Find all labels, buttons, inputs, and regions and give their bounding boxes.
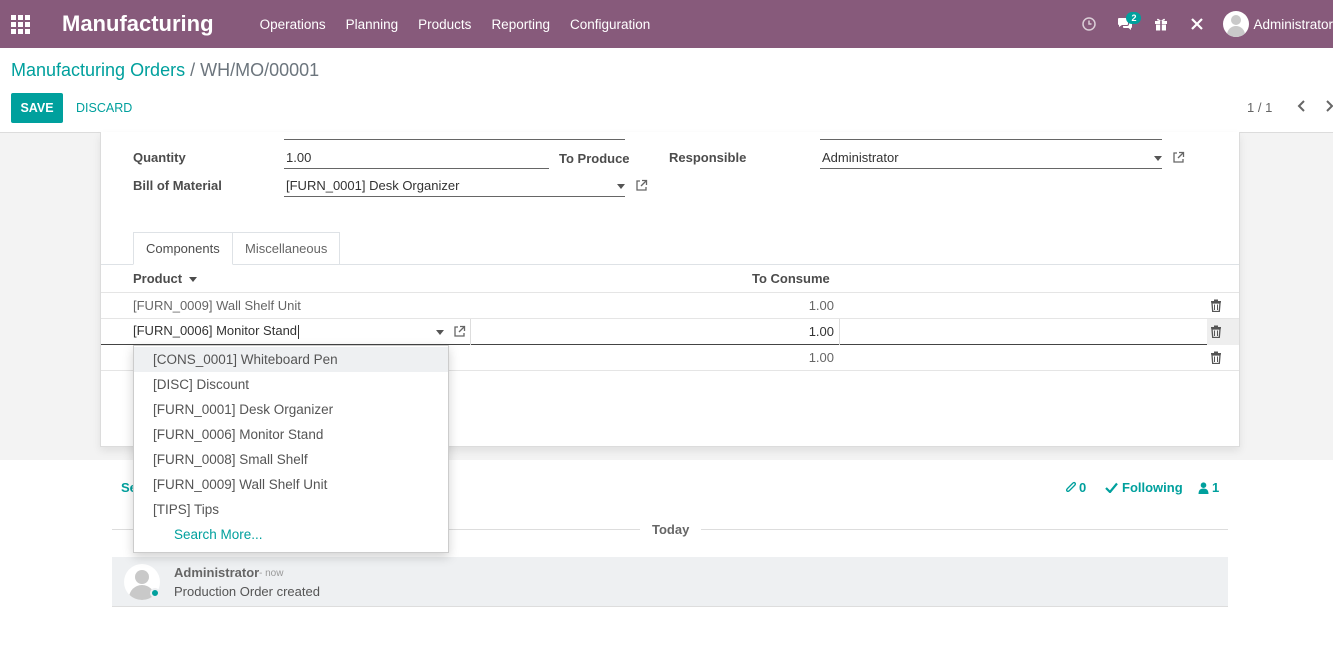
menu-reporting[interactable]: Reporting bbox=[491, 17, 550, 32]
apps-menu-icon[interactable] bbox=[0, 0, 40, 48]
row-2-delete-icon[interactable] bbox=[1210, 325, 1222, 339]
tab-miscellaneous[interactable]: Miscellaneous bbox=[233, 232, 341, 265]
bom-select[interactable]: [FURN_0001] Desk Organizer bbox=[284, 177, 625, 197]
message-body: Production Order created bbox=[174, 584, 320, 599]
row-1-delete-icon[interactable] bbox=[1210, 299, 1222, 313]
debug-tools-icon[interactable] bbox=[1179, 0, 1215, 48]
pager-next-icon[interactable] bbox=[1324, 99, 1333, 115]
row-3-qty[interactable]: 1.00 bbox=[754, 350, 834, 365]
product-external-link-icon[interactable] bbox=[453, 325, 466, 338]
chatter-message bbox=[112, 557, 1228, 607]
menu-planning[interactable]: Planning bbox=[346, 17, 399, 32]
following-button[interactable]: Following bbox=[1105, 480, 1183, 495]
to-produce-label: To Produce bbox=[559, 151, 630, 166]
messages-icon[interactable]: 2 bbox=[1107, 0, 1143, 48]
save-button[interactable]: SAVE bbox=[11, 93, 63, 123]
pager-prev-icon[interactable] bbox=[1297, 99, 1307, 115]
breadcrumb-current: WH/MO/00001 bbox=[200, 60, 320, 80]
user-menu-name[interactable]: Administrator bbox=[1253, 17, 1333, 32]
dropdown-option[interactable]: [TIPS] Tips bbox=[134, 497, 448, 522]
dropdown-option[interactable]: [DISC] Discount bbox=[134, 372, 448, 397]
pager-value[interactable]: 1 / 1 bbox=[1247, 100, 1272, 115]
row-2-qty[interactable]: 1.00 bbox=[754, 324, 834, 339]
column-header-product-label: Product bbox=[133, 271, 183, 286]
sort-caret-icon bbox=[188, 277, 197, 283]
navbar-systray: 2 Administrator bbox=[1071, 0, 1333, 48]
row-1-product[interactable]: [FURN_0009] Wall Shelf Unit bbox=[133, 298, 301, 313]
breadcrumb-separator: / bbox=[190, 60, 196, 80]
app-title[interactable]: Manufacturing bbox=[62, 11, 214, 37]
paperclip-icon bbox=[1065, 481, 1077, 493]
breadcrumb-parent[interactable]: Manufacturing Orders bbox=[11, 60, 185, 80]
responsible-label: Responsible bbox=[669, 150, 747, 165]
followers-count: 1 bbox=[1212, 480, 1220, 495]
header-divider bbox=[101, 292, 1239, 293]
responsible-select[interactable]: Administrator bbox=[820, 149, 1162, 169]
bom-label: Bill of Material bbox=[133, 178, 222, 193]
today-label: Today bbox=[640, 522, 702, 537]
dropdown-option[interactable]: [FURN_0009] Wall Shelf Unit bbox=[134, 472, 448, 497]
row-3-delete-icon[interactable] bbox=[1210, 351, 1222, 365]
quantity-label: Quantity bbox=[133, 150, 186, 165]
dropdown-option[interactable]: [FURN_0008] Small Shelf bbox=[134, 447, 448, 472]
product-autocomplete-dropdown: [CONS_0001] Whiteboard Pen [DISC] Discou… bbox=[133, 345, 449, 553]
menu-operations[interactable]: Operations bbox=[260, 17, 326, 32]
text-cursor bbox=[298, 324, 300, 339]
row-1-qty[interactable]: 1.00 bbox=[754, 298, 834, 313]
date-field-partial[interactable] bbox=[820, 132, 1162, 140]
attachments-count: 0 bbox=[1079, 480, 1087, 495]
menu-configuration[interactable]: Configuration bbox=[570, 17, 650, 32]
dropdown-option[interactable]: [FURN_0001] Desk Organizer bbox=[134, 397, 448, 422]
followers-button[interactable]: 1 bbox=[1198, 480, 1219, 495]
column-header-product[interactable]: Product bbox=[133, 271, 197, 286]
product-field-partial[interactable] bbox=[284, 132, 625, 140]
user-avatar[interactable] bbox=[1223, 11, 1250, 37]
top-navbar: Manufacturing Operations Planning Produc… bbox=[0, 0, 1333, 48]
gift-icon[interactable] bbox=[1143, 0, 1179, 48]
bom-external-link-icon[interactable] bbox=[635, 179, 648, 192]
discard-button[interactable]: DISCARD bbox=[76, 93, 132, 123]
responsible-external-link-icon[interactable] bbox=[1172, 151, 1185, 164]
message-time: - now bbox=[259, 568, 284, 579]
following-label: Following bbox=[1122, 480, 1183, 495]
check-icon bbox=[1105, 482, 1118, 493]
responsible-caret-icon[interactable] bbox=[1154, 156, 1162, 161]
menu-products[interactable]: Products bbox=[418, 17, 471, 32]
dropdown-option[interactable]: [FURN_0006] Monitor Stand bbox=[134, 422, 448, 447]
breadcrumb: Manufacturing Orders / WH/MO/00001 bbox=[11, 60, 319, 81]
activity-clock-icon[interactable] bbox=[1071, 0, 1107, 48]
dropdown-search-more[interactable]: Search More... bbox=[134, 522, 448, 547]
column-header-to-consume[interactable]: To Consume bbox=[752, 271, 830, 286]
message-author[interactable]: Administrator bbox=[174, 565, 259, 580]
product-dropdown-caret-icon[interactable] bbox=[436, 330, 444, 335]
product-autocomplete-input[interactable]: [FURN_0006] Monitor Stand bbox=[133, 323, 300, 339]
attachments-button[interactable]: 0 bbox=[1065, 480, 1086, 495]
online-status-icon bbox=[150, 588, 160, 598]
quantity-input[interactable]: 1.00 bbox=[284, 149, 549, 169]
messages-badge: 2 bbox=[1126, 12, 1142, 24]
tab-components[interactable]: Components bbox=[133, 232, 233, 265]
bom-caret-icon[interactable] bbox=[617, 184, 625, 189]
product-autocomplete-value: [FURN_0006] Monitor Stand bbox=[133, 323, 298, 338]
dropdown-option[interactable]: [CONS_0001] Whiteboard Pen bbox=[134, 347, 448, 372]
user-icon bbox=[1198, 481, 1209, 494]
